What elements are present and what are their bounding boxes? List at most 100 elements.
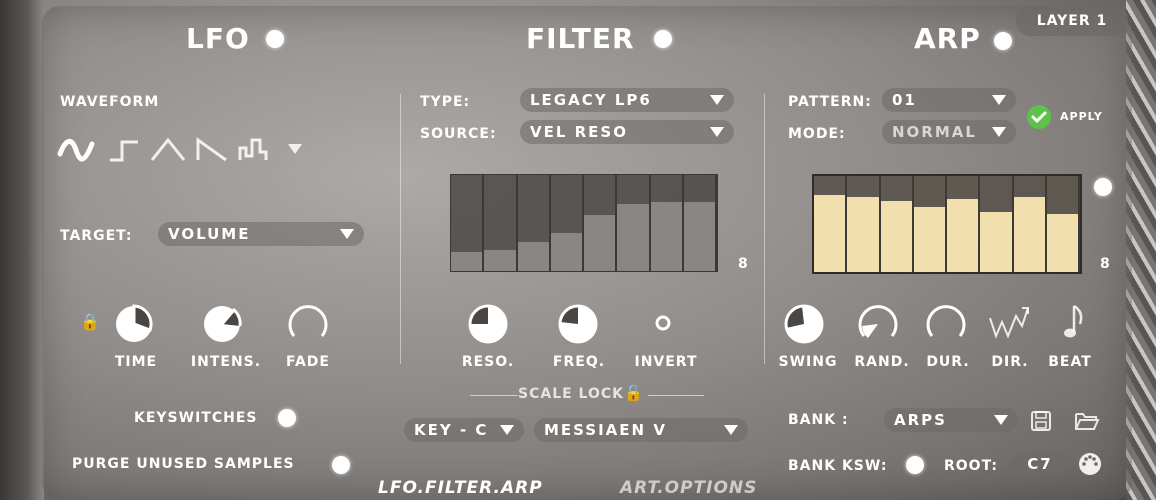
intensity-knob[interactable] (200, 302, 244, 346)
apply-check-icon[interactable] (1026, 104, 1052, 130)
save-icon[interactable] (1030, 410, 1052, 432)
bank-select[interactable]: ARPS (884, 408, 1018, 432)
arp-step-7[interactable] (1013, 176, 1047, 272)
filter-step-sequencer[interactable] (450, 174, 718, 272)
arp-enable-toggle[interactable] (994, 32, 1012, 50)
filter-step-3[interactable] (517, 175, 551, 271)
waveform-label: WAVEFORM (60, 94, 160, 110)
midi-icon[interactable] (1078, 452, 1102, 476)
source-select[interactable]: VEL RESO (520, 120, 734, 144)
filter-enable-toggle[interactable] (654, 30, 672, 48)
arp-step-bar (980, 212, 1012, 272)
type-value: LEGACY LP6 (530, 91, 652, 109)
arp-grid-toggle[interactable] (1094, 178, 1112, 196)
arp-step-count[interactable]: 8 (1100, 256, 1111, 272)
dur-label: DUR. (926, 354, 970, 370)
triangle-wave-icon[interactable] (150, 137, 186, 161)
bank-ksw-toggle[interactable] (906, 456, 924, 474)
reso-label: RESO. (461, 354, 515, 370)
arp-step-3[interactable] (880, 176, 914, 272)
tab-lfo-filter-arp[interactable]: LFO.FILTER.ARP (378, 478, 543, 498)
filter-step-8[interactable] (683, 175, 717, 271)
random-wave-icon[interactable] (238, 138, 268, 160)
chevron-down-icon (710, 127, 724, 137)
reso-knob[interactable] (466, 302, 510, 346)
root-label: ROOT: (944, 458, 998, 474)
purge-label: PURGE UNUSED SAMPLES (72, 456, 295, 472)
root-select[interactable]: C7 (1010, 452, 1070, 476)
scale-value: MESSIAEN V (544, 421, 667, 439)
filter-step-count[interactable]: 8 (738, 256, 749, 272)
arp-step-4[interactable] (913, 176, 947, 272)
invert-toggle[interactable] (652, 312, 674, 334)
root-value: C7 (1027, 455, 1053, 473)
arp-step-5[interactable] (947, 176, 981, 272)
rand-knob[interactable] (856, 302, 900, 346)
arp-step-sequencer[interactable] (812, 174, 1082, 274)
filter-step-7[interactable] (650, 175, 684, 271)
bank-value: ARPS (894, 411, 947, 429)
dir-label: DIR. (991, 354, 1029, 370)
type-select[interactable]: LEGACY LP6 (520, 88, 734, 112)
bank-ksw-label: BANK KSW: (788, 458, 888, 474)
saw-wave-icon[interactable] (196, 137, 227, 162)
filter-step-1[interactable] (451, 175, 485, 271)
arp-step-bar (947, 199, 979, 272)
freq-knob[interactable] (556, 302, 600, 346)
scale-lock-icon[interactable]: 🔓 (624, 384, 643, 402)
purge-toggle[interactable] (332, 456, 350, 474)
arp-step-6[interactable] (980, 176, 1014, 272)
filter-step-2[interactable] (484, 175, 518, 271)
filter-step-bar (517, 242, 549, 271)
apply-label[interactable]: APPLY (1060, 110, 1103, 123)
lock-icon[interactable]: 🔒 (80, 312, 100, 331)
filter-step-4[interactable] (550, 175, 584, 271)
direction-icon[interactable] (988, 302, 1032, 342)
filter-step-6[interactable] (617, 175, 651, 271)
scale-lock-rule-right (648, 395, 704, 396)
filter-step-bar (584, 215, 616, 271)
filter-step-bar (617, 203, 649, 271)
filter-step-5[interactable] (584, 175, 618, 271)
mode-label: MODE: (788, 126, 846, 142)
plugin-frame: LAYER 1 LFO WAVEFORM TARGET: VOLUME 🔒 TI… (0, 0, 1156, 500)
rand-label: RAND. (854, 354, 910, 370)
dur-knob[interactable] (924, 302, 968, 346)
pattern-label: PATTERN: (788, 94, 872, 110)
scale-select[interactable]: MESSIAEN V (534, 418, 748, 442)
sine-wave-icon[interactable] (57, 139, 95, 162)
keyswitches-toggle[interactable] (278, 409, 296, 427)
waveform-selector (57, 137, 302, 162)
fade-knob[interactable] (286, 302, 330, 346)
time-label: TIME (114, 354, 158, 370)
arp-step-1[interactable] (814, 176, 848, 272)
tab-art-options[interactable]: ART.OPTIONS (620, 478, 757, 498)
target-value: VOLUME (168, 225, 251, 243)
target-select[interactable]: VOLUME (158, 222, 364, 246)
waveform-dropdown-icon[interactable] (288, 144, 302, 154)
chevron-down-icon (724, 425, 738, 435)
scale-lock-rule-left (470, 395, 518, 396)
pattern-select[interactable]: 01 (882, 88, 1016, 112)
folder-open-icon[interactable] (1074, 410, 1100, 432)
lfo-enable-toggle[interactable] (266, 30, 284, 48)
arp-step-8[interactable] (1046, 176, 1080, 272)
bank-label: BANK : (788, 412, 849, 428)
fade-label: FADE (286, 354, 330, 370)
divider-right (764, 94, 765, 364)
chevron-down-icon (500, 425, 514, 435)
filter-step-bar (451, 251, 483, 271)
mode-value: NORMAL (892, 123, 977, 141)
beat-note-icon[interactable] (1062, 302, 1092, 342)
key-select[interactable]: KEY - C (404, 418, 524, 442)
mode-select[interactable]: NORMAL (882, 120, 1016, 144)
swing-label: SWING (778, 354, 838, 370)
type-label: TYPE: (420, 94, 471, 110)
target-label: TARGET: (60, 228, 133, 244)
swing-knob[interactable] (782, 302, 826, 346)
arp-step-2[interactable] (847, 176, 881, 272)
chevron-down-icon (710, 95, 724, 105)
square-wave-icon[interactable] (110, 140, 138, 162)
layer-badge[interactable]: LAYER 1 (1016, 6, 1128, 36)
time-knob[interactable] (112, 302, 156, 346)
